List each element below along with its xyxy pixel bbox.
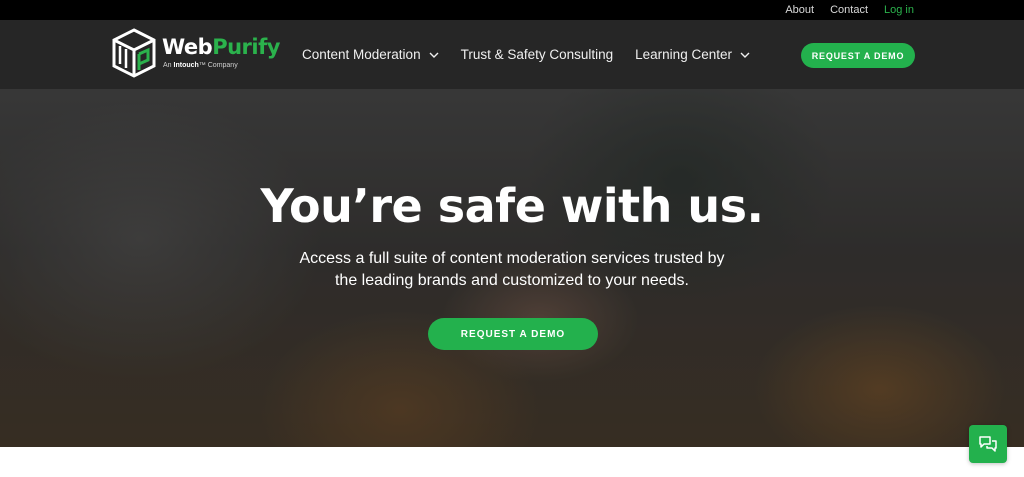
- hero-section: You’re safe with us. Access a full suite…: [0, 89, 1024, 447]
- nav-item-label: Content Moderation: [302, 47, 421, 62]
- login-link[interactable]: Log in: [884, 4, 914, 16]
- logo-tagline-prefix: An: [163, 62, 174, 69]
- contact-link[interactable]: Contact: [830, 4, 868, 16]
- chevron-down-icon: [740, 52, 750, 58]
- request-demo-button-hero[interactable]: REQUEST A DEMO: [428, 318, 598, 350]
- request-demo-button-nav[interactable]: REQUEST A DEMO: [801, 43, 915, 68]
- webpurify-cube-logo-icon: [112, 28, 156, 78]
- webpurify-logo[interactable]: WebPurify An Intouch™ Company: [110, 28, 280, 78]
- logo-wordmark-purify: Purify: [212, 35, 280, 59]
- chat-bubbles-icon: [979, 436, 997, 452]
- logo-tagline-suffix: ™ Company: [198, 62, 238, 69]
- logo-tagline: An Intouch™ Company: [163, 62, 238, 69]
- hero-subtitle-line-2: the leading brands and customized to you…: [334, 272, 689, 289]
- main-navbar: WebPurify An Intouch™ Company Content Mo…: [0, 20, 1024, 89]
- logo-wordmark: WebPurify: [162, 35, 280, 59]
- top-utility-bar: About Contact Log in: [0, 0, 1024, 20]
- about-link[interactable]: About: [785, 4, 814, 16]
- hero-subtitle-line-1: Access a full suite of content moderatio…: [299, 250, 725, 267]
- chevron-down-icon: [429, 52, 439, 58]
- nav-item-learning-center[interactable]: Learning Center: [635, 47, 750, 62]
- hero-title: You’re safe with us.: [260, 179, 764, 233]
- nav-item-label: Learning Center: [635, 47, 732, 62]
- nav-item-content-moderation[interactable]: Content Moderation: [302, 47, 439, 62]
- logo-wordmark-web: Web: [162, 35, 213, 59]
- logo-tagline-brand: Intouch: [173, 62, 199, 69]
- nav-menu: Content Moderation Trust & Safety Consul…: [302, 20, 772, 89]
- chat-widget-button[interactable]: [969, 425, 1007, 463]
- nav-item-trust-safety-consulting[interactable]: Trust & Safety Consulting: [461, 47, 614, 62]
- nav-item-label: Trust & Safety Consulting: [460, 47, 614, 62]
